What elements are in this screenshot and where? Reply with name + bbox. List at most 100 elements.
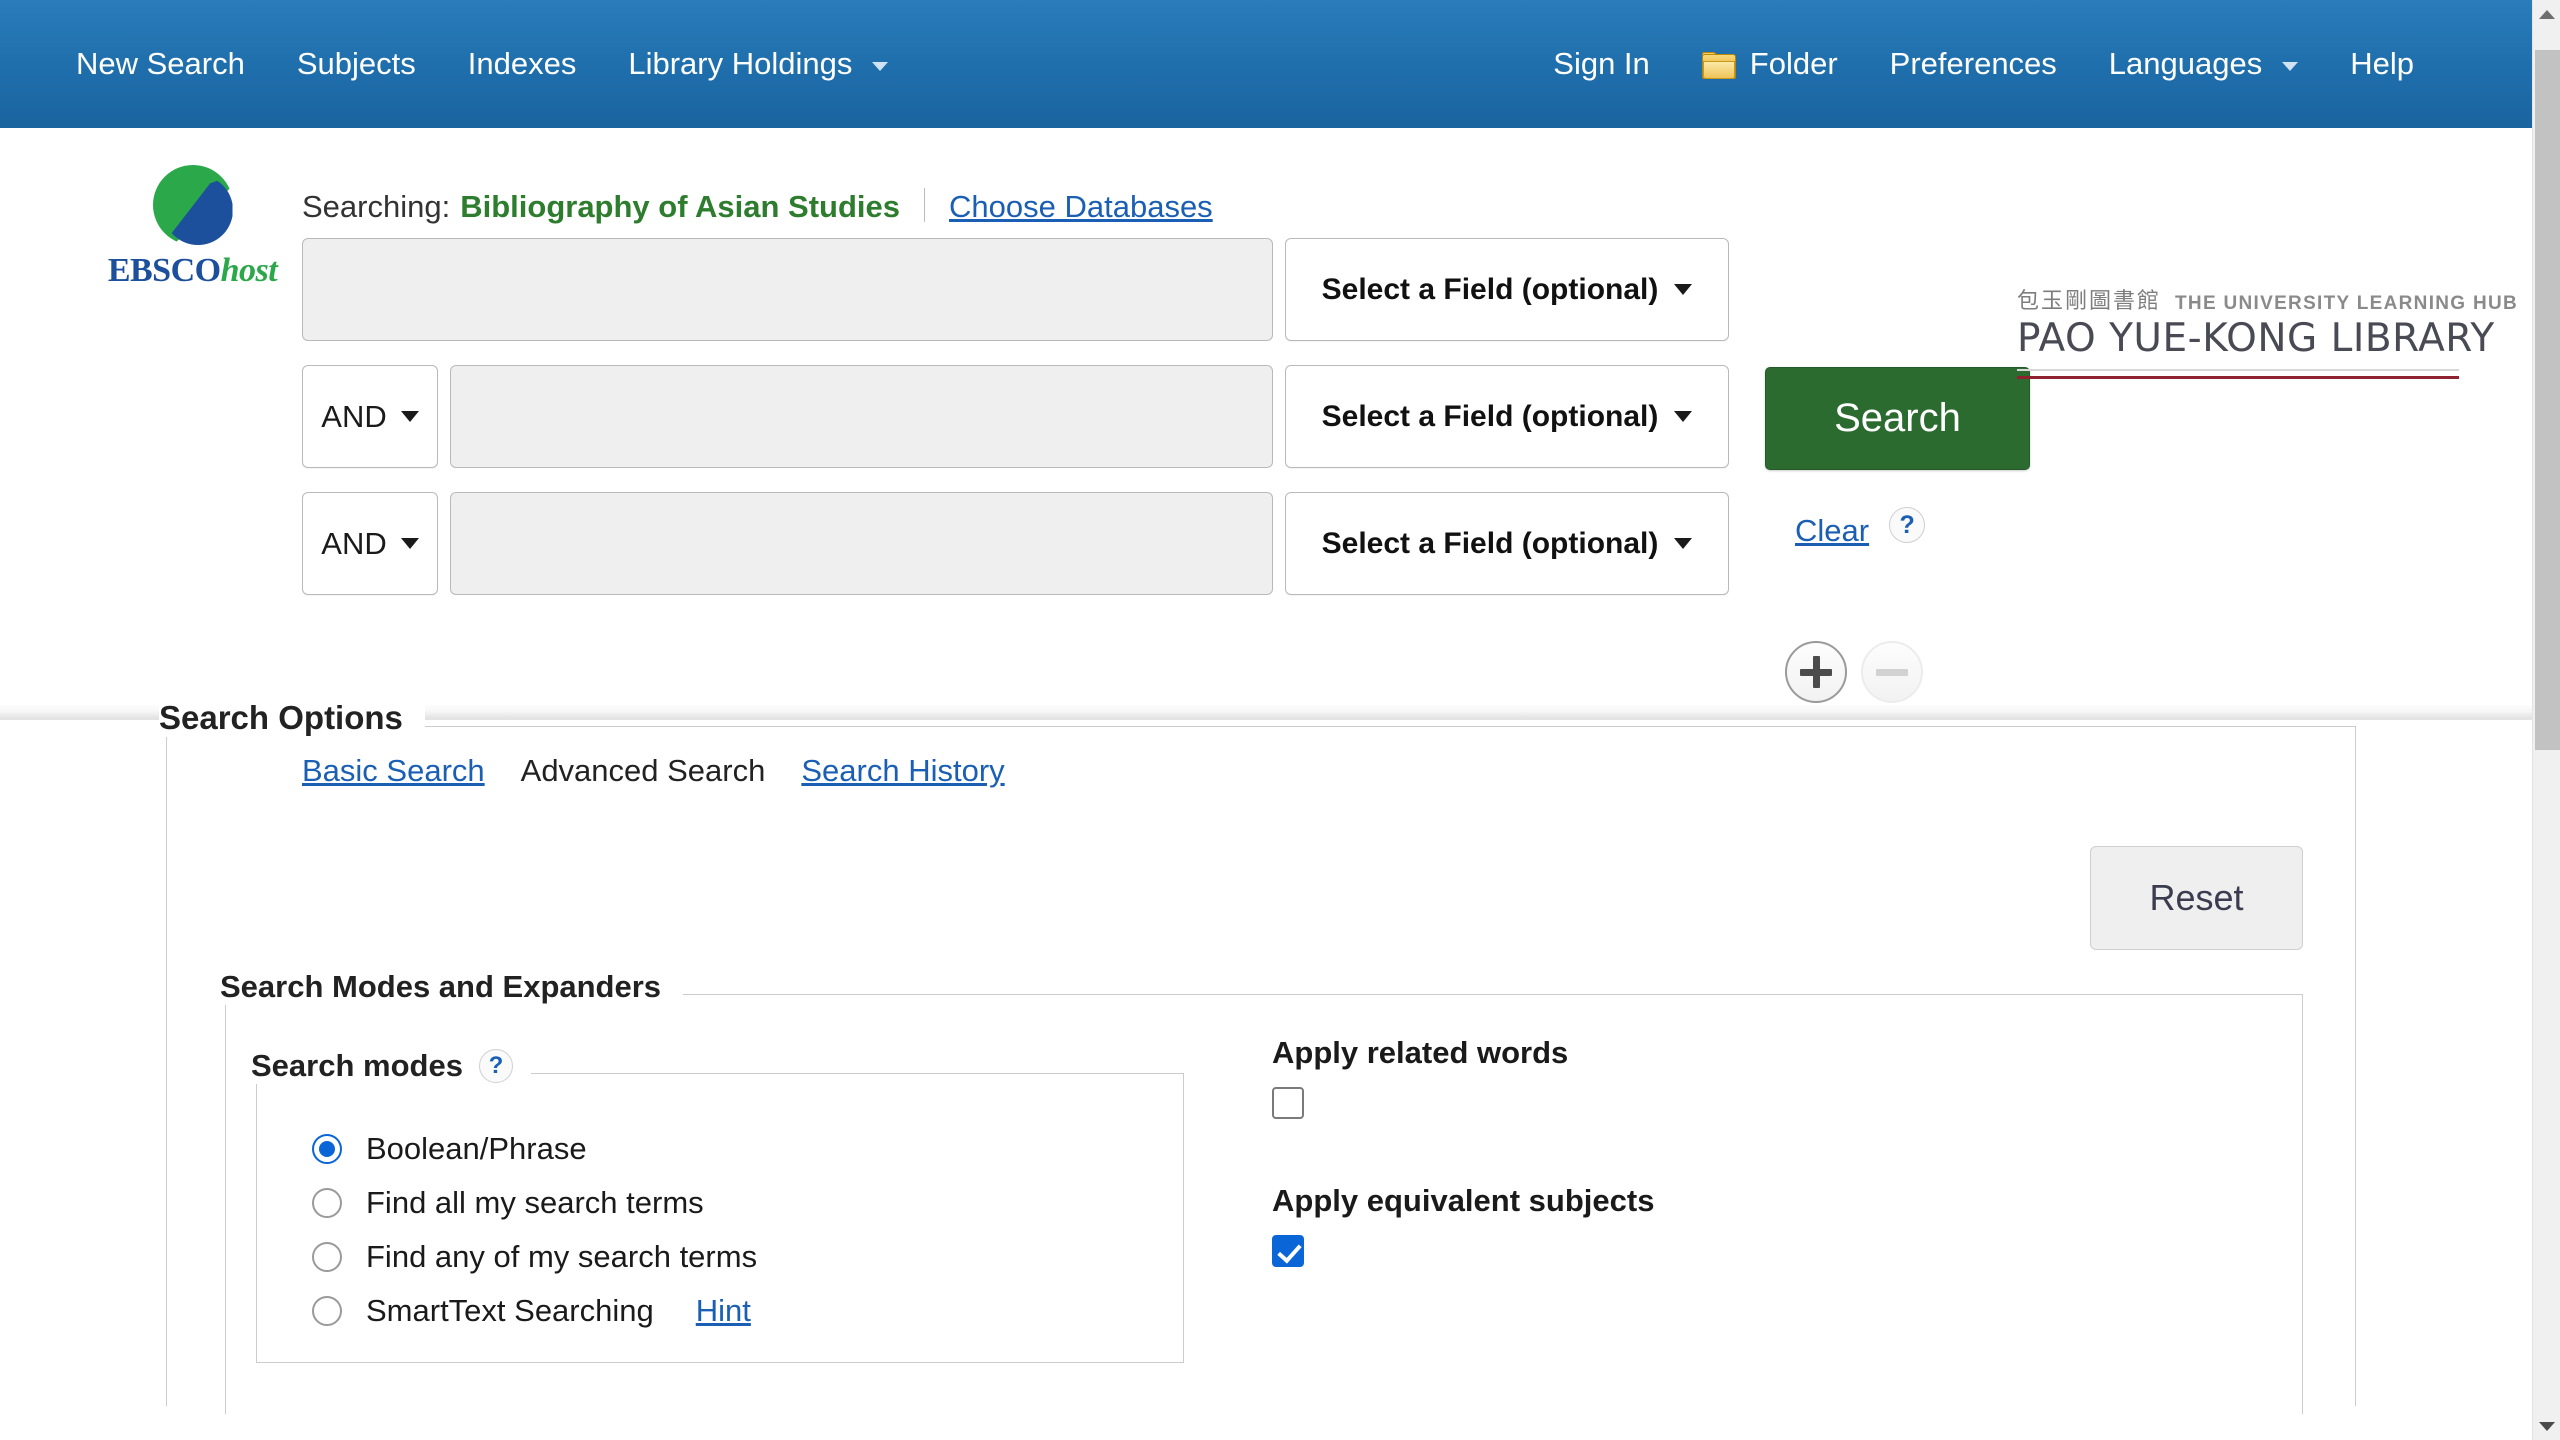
search-modes-and-expanders-fieldset: Search Modes and Expanders Search modes … <box>220 969 2303 1414</box>
host-text: host <box>220 252 278 289</box>
chevron-down-icon <box>2282 61 2299 71</box>
searching-line: Searching: Bibliography of Asian Studies… <box>302 183 1213 225</box>
help-icon[interactable]: ? <box>478 1049 513 1083</box>
nav-label: Library Holdings <box>628 45 853 81</box>
chevron-down-icon <box>400 411 419 422</box>
folder-icon <box>1701 51 1736 79</box>
boolean-operator-label: AND <box>321 398 387 434</box>
radio-label: SmartText Searching <box>366 1293 654 1328</box>
nav-label: Subjects <box>296 45 416 81</box>
help-icon[interactable]: ? <box>1889 507 1926 543</box>
nav-item-indexes[interactable]: Indexes <box>442 37 603 91</box>
search-options-legend: Search Options <box>159 699 425 737</box>
search-row-1: Select a Field (optional) <box>302 238 1729 341</box>
apply-related-words-checkbox[interactable] <box>1272 1087 1304 1119</box>
chevron-down-icon <box>872 61 889 71</box>
field-select-label: Select a Field (optional) <box>1321 399 1659 433</box>
scroll-up-icon[interactable] <box>2533 0 2560 28</box>
nav-label: Sign In <box>1553 45 1650 81</box>
radio-option-find-any-terms[interactable]: Find any of my search terms <box>312 1230 757 1284</box>
radio-button[interactable] <box>312 1188 342 1218</box>
choose-databases-link[interactable]: Choose Databases <box>949 189 1213 225</box>
nav-left-group: New Search Subjects Indexes Library Hold… <box>50 37 914 91</box>
field-select-3[interactable]: Select a Field (optional) <box>1285 492 1729 595</box>
nav-label: Languages <box>2108 45 2263 81</box>
expander-apply-related-words: Apply related words <box>1272 1035 1654 1119</box>
field-select-1[interactable]: Select a Field (optional) <box>1285 238 1729 341</box>
search-modes-legend: Search modes ? <box>251 1048 531 1084</box>
search-modes-expanders-legend: Search Modes and Expanders <box>220 969 684 1005</box>
clear-link[interactable]: Clear <box>1795 513 1869 549</box>
search-row-3: AND Select a Field (optional) <box>302 492 1729 595</box>
chevron-down-icon <box>1674 284 1693 295</box>
page-scrollbar[interactable] <box>2532 0 2560 1440</box>
library-logo-rule <box>2017 367 2459 381</box>
library-logo-top-line: 包玉剛圖書館 THE UNIVERSITY LEARNING HUB <box>2017 283 2517 315</box>
boolean-operator-label: AND <box>321 525 387 561</box>
search-term-input-3[interactable] <box>450 492 1273 595</box>
radio-label: Find any of my search terms <box>366 1239 758 1274</box>
ebscohost-logo[interactable]: EBSCOhost <box>85 163 300 290</box>
search-button-label: Search <box>1834 396 1961 440</box>
chevron-down-icon <box>400 538 419 549</box>
nav-item-preferences[interactable]: Preferences <box>1864 37 2083 91</box>
nav-item-subjects[interactable]: Subjects <box>271 37 442 91</box>
search-modes-legend-text: Search modes <box>251 1048 463 1083</box>
row-controls <box>1785 641 1923 703</box>
expanders-column: Apply related words Apply equivalent sub… <box>1272 1035 1654 1331</box>
top-navigation-bar: New Search Subjects Indexes Library Hold… <box>0 0 2532 128</box>
boolean-operator-select-3[interactable]: AND <box>302 492 438 595</box>
library-chinese-name: 包玉剛圖書館 <box>2017 289 2162 314</box>
search-term-input-2[interactable] <box>450 365 1273 468</box>
library-tagline: THE UNIVERSITY LEARNING HUB <box>2175 293 2519 314</box>
divider <box>924 188 926 222</box>
scrollbar-thumb[interactable] <box>2535 50 2560 750</box>
nav-item-help[interactable]: Help <box>2324 37 2440 91</box>
nav-label: Indexes <box>467 45 577 81</box>
ebscohost-mark-icon <box>151 163 235 247</box>
pao-yue-kong-library-logo: 包玉剛圖書館 THE UNIVERSITY LEARNING HUB PAO Y… <box>2017 283 2517 381</box>
radio-label: Find all my search terms <box>366 1185 704 1220</box>
search-row-2: AND Select a Field (optional) <box>302 365 1729 468</box>
expander-apply-equivalent-subjects: Apply equivalent subjects <box>1272 1183 1654 1267</box>
nav-item-sign-in[interactable]: Sign In <box>1527 37 1676 91</box>
chevron-down-icon <box>1674 538 1693 549</box>
nav-label: New Search <box>76 45 245 81</box>
radio-button[interactable] <box>312 1242 342 1272</box>
searching-label: Searching: <box>302 189 451 224</box>
search-panel: EBSCOhost Searching: Bibliography of Asi… <box>0 128 2532 788</box>
add-row-button[interactable] <box>1785 641 1847 703</box>
radio-option-smarttext-searching[interactable]: SmartText Searching Hint <box>312 1284 757 1338</box>
nav-right-group: Sign In Folder Preferences Languages Hel… <box>1527 37 2440 91</box>
boolean-operator-select-2[interactable]: AND <box>302 365 438 468</box>
field-select-label: Select a Field (optional) <box>1321 272 1659 306</box>
nav-item-folder[interactable]: Folder <box>1676 37 1864 91</box>
radio-label: Boolean/Phrase <box>366 1131 587 1166</box>
field-select-2[interactable]: Select a Field (optional) <box>1285 365 1729 468</box>
nav-item-languages[interactable]: Languages <box>2083 37 2324 91</box>
nav-label: Preferences <box>1889 45 2057 81</box>
apply-equivalent-subjects-checkbox[interactable] <box>1272 1235 1304 1267</box>
page-root: New Search Subjects Indexes Library Hold… <box>0 0 2560 1440</box>
search-options-section: Search Options Reset Search Modes and Ex… <box>0 699 2532 1414</box>
chevron-down-icon <box>1674 411 1693 422</box>
search-modes-fieldset: Search modes ? Boolean/Phrase Find all m… <box>251 1048 1184 1363</box>
clear-area: Clear ? <box>1795 507 1926 549</box>
nav-item-new-search[interactable]: New Search <box>50 37 271 91</box>
remove-row-button[interactable] <box>1861 641 1923 703</box>
search-button[interactable]: Search <box>1765 367 2030 470</box>
reset-button[interactable]: Reset <box>2090 846 2303 950</box>
nav-label: Help <box>2350 45 2414 81</box>
radio-option-boolean-phrase[interactable]: Boolean/Phrase <box>312 1122 757 1176</box>
field-select-label: Select a Field (optional) <box>1321 526 1659 560</box>
radio-option-find-all-terms[interactable]: Find all my search terms <box>312 1176 757 1230</box>
radio-button[interactable] <box>312 1296 342 1326</box>
ebsco-text: EBSCO <box>107 252 221 289</box>
search-term-input-1[interactable] <box>302 238 1273 341</box>
radio-button[interactable] <box>312 1134 342 1164</box>
expander-label: Apply equivalent subjects <box>1272 1183 1655 1218</box>
nav-item-library-holdings[interactable]: Library Holdings <box>602 37 914 91</box>
hint-link[interactable]: Hint <box>696 1293 751 1329</box>
scroll-down-icon[interactable] <box>2533 1412 2560 1440</box>
library-name: PAO YUE-KONG LIBRARY <box>2017 316 2495 361</box>
